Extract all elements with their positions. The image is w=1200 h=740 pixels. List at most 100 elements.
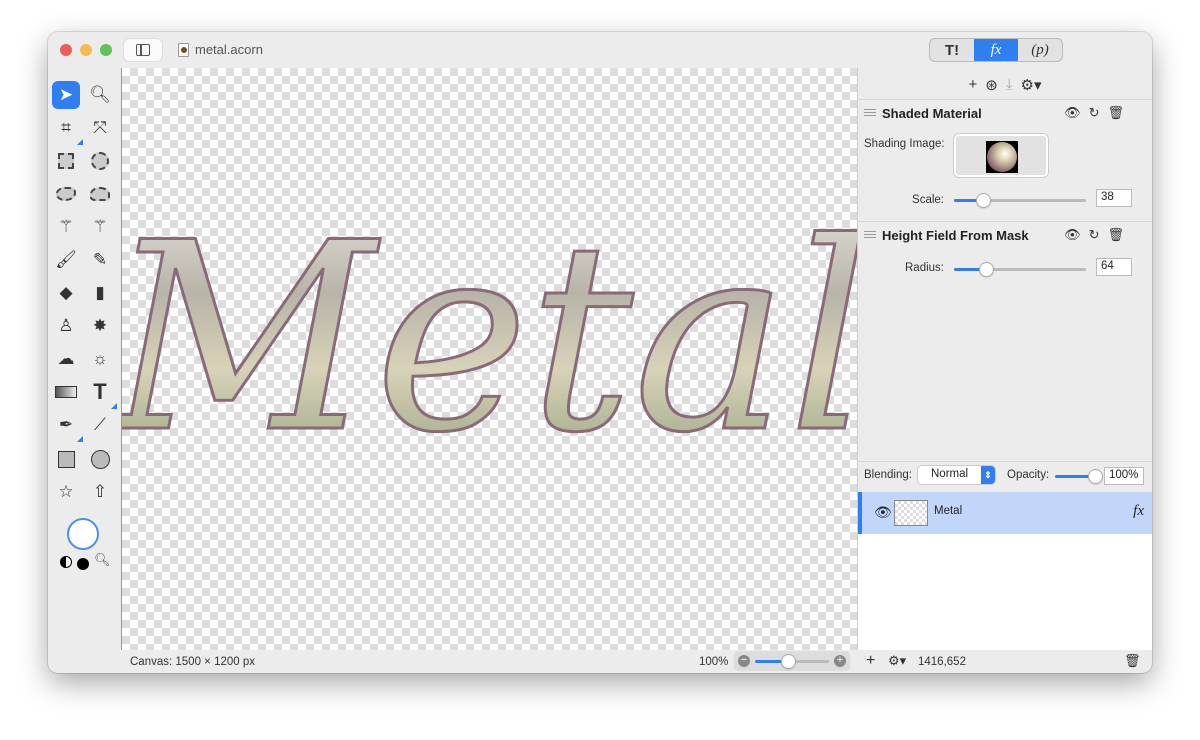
canvas-text: Metal	[122, 188, 858, 490]
download-icon[interactable]: ⤓	[1006, 76, 1013, 94]
layer-fx-icon[interactable]: fx	[1133, 503, 1144, 520]
filter-height-field: Height Field From Mask 👁︎ ↻ 🗑︎ Radius: 64	[858, 221, 1152, 461]
opacity-label: Opacity:	[1007, 469, 1050, 481]
burn-tool[interactable]: ☁︎	[52, 345, 80, 373]
scale-label: Scale:	[912, 194, 944, 206]
metal-artwork: Metal	[103, 187, 873, 492]
opacity-slider[interactable]	[1055, 470, 1102, 483]
arrow-tool[interactable]: ⇧	[86, 478, 114, 506]
brush-tool[interactable]: 🖌︎	[52, 246, 80, 274]
paint-bucket-tool[interactable]: ◆	[52, 279, 80, 307]
layer-row[interactable]: 👁︎ Metal fx	[858, 492, 1152, 534]
layers-list: 👁︎ Metal fx	[858, 492, 1152, 650]
trash-icon[interactable]: 🗑︎	[1107, 105, 1124, 121]
canvas[interactable]: Metal	[103, 68, 873, 650]
transform-tool[interactable]: ⤧	[86, 114, 114, 142]
sidebar-icon	[136, 44, 150, 56]
filters-toolbar: + ⊛ ⤓ ⚙▾	[858, 76, 1152, 94]
blending-label: Blending:	[864, 469, 912, 481]
cursor-coordinates: 1416,652	[918, 656, 966, 668]
blending-value: Normal	[931, 468, 969, 480]
add-layer-button[interactable]: +	[866, 652, 875, 670]
pencil-tool[interactable]: ✎	[86, 246, 114, 274]
window-title: metal.acorn	[178, 42, 263, 57]
zoom-level: 100%	[699, 656, 729, 668]
zoom-slider[interactable]	[755, 655, 829, 668]
rect-select-tool[interactable]	[52, 147, 80, 175]
canvas-size-label: Canvas: 1500 × 1200 px	[130, 656, 255, 668]
dodge-tool[interactable]: ☼	[86, 345, 114, 373]
oval-tool[interactable]	[86, 445, 114, 473]
radius-slider[interactable]	[954, 263, 1086, 276]
tab-properties[interactable]: (p)	[1018, 39, 1062, 61]
eraser-tool[interactable]: ▮	[86, 279, 114, 307]
pen-tool[interactable]: ✒︎	[52, 411, 83, 442]
opacity-field[interactable]: 100%	[1104, 467, 1144, 485]
document-icon	[178, 42, 189, 57]
scale-slider[interactable]	[954, 194, 1086, 207]
delete-layer-icon[interactable]: 🗑︎	[1124, 653, 1141, 669]
close-button[interactable]	[60, 44, 72, 56]
drag-handle[interactable]	[864, 109, 876, 118]
eye-icon[interactable]: 👁︎	[1064, 227, 1081, 243]
minimize-button[interactable]	[80, 44, 92, 56]
ellipse-select-tool[interactable]	[86, 147, 114, 175]
filter-shaded-material: Shaded Material 👁︎ ↻ 🗑︎ Shading Image: Sca…	[858, 99, 1152, 221]
status-bar: Canvas: 1500 × 1200 px 100% − + + ⚙▾ 141…	[48, 650, 1152, 673]
scale-field[interactable]: 38	[1096, 189, 1132, 207]
gear-menu-icon[interactable]: ⚙▾	[1021, 76, 1042, 94]
blending-bar: Blending: Normal ⇕ Opacity: 100%	[858, 461, 1152, 492]
layer-name: Metal	[934, 505, 963, 517]
filter-title: Height Field From Mask	[882, 228, 1029, 243]
filter-title: Shaded Material	[882, 106, 982, 121]
title-bar: metal.acorn T! fx (p)	[48, 32, 1152, 68]
instant-alpha-tool[interactable]: ⚚	[86, 213, 114, 241]
reset-icon[interactable]: ↻	[1089, 105, 1100, 121]
inspector-tabs: T! fx (p)	[930, 39, 1062, 61]
toolbox: ➤ 🔍︎ ⌗ ⤧ ⚚ ⚚ 🖌︎ ✎ ◆ ▮ ♙ ✸ ☁︎ ☼ T ✒︎ ⟋ ☆ …	[48, 68, 121, 650]
lasso-tool[interactable]	[52, 180, 80, 208]
filter-presets-icon[interactable]: ⊛	[985, 76, 998, 94]
color-well[interactable]	[67, 518, 99, 550]
zoom-out-icon[interactable]: −	[738, 655, 750, 667]
shading-image-well[interactable]	[954, 134, 1048, 177]
shading-image-thumbnail	[986, 141, 1018, 173]
stepper-icon: ⇕	[981, 466, 995, 484]
zoom-tool[interactable]: 🔍︎	[86, 81, 114, 109]
zoom-button[interactable]	[100, 44, 112, 56]
line-tool[interactable]: ⟋	[86, 411, 114, 439]
drag-handle[interactable]	[864, 231, 876, 240]
layer-gear-icon[interactable]: ⚙▾	[888, 653, 906, 669]
radius-field[interactable]: 64	[1096, 258, 1132, 276]
tab-tools[interactable]: T!	[930, 39, 974, 61]
zoom-in-icon[interactable]: +	[834, 655, 846, 667]
zoom-control: − +	[734, 651, 850, 671]
filters-panel: + ⊛ ⤓ ⚙▾ Shaded Material 👁︎ ↻ 🗑︎ Shading I…	[857, 68, 1152, 650]
polygon-lasso-tool[interactable]	[86, 180, 114, 208]
color-picker-icon[interactable]: 🔍︎	[94, 552, 111, 568]
crop-tool[interactable]: ⌗	[52, 114, 83, 145]
title-text: metal.acorn	[195, 42, 263, 57]
smudge-tool[interactable]: ✸	[86, 312, 114, 340]
eye-icon[interactable]: 👁︎	[1064, 105, 1081, 121]
swap-colors-icon[interactable]	[60, 556, 72, 568]
sidebar-toggle-button[interactable]	[124, 39, 162, 61]
default-colors-icon[interactable]	[77, 558, 89, 570]
clone-stamp-tool[interactable]: ♙	[52, 312, 80, 340]
radius-label: Radius:	[905, 262, 944, 274]
gradient-tool[interactable]	[52, 378, 80, 406]
rectangle-tool[interactable]	[52, 445, 80, 473]
magic-wand-tool[interactable]: ⚚	[52, 213, 80, 241]
eye-icon[interactable]: 👁︎	[874, 504, 892, 521]
add-filter-button[interactable]: +	[969, 76, 978, 94]
text-tool[interactable]: T	[86, 378, 117, 409]
shading-image-label: Shading Image:	[864, 138, 945, 150]
tab-filters[interactable]: fx	[974, 39, 1018, 61]
layer-thumbnail	[894, 500, 928, 526]
app-window: metal.acorn T! fx (p) ➤ 🔍︎ ⌗ ⤧ ⚚ ⚚ 🖌︎ ✎ …	[48, 32, 1152, 673]
reset-icon[interactable]: ↻	[1089, 227, 1100, 243]
blending-select[interactable]: Normal ⇕	[918, 466, 995, 484]
trash-icon[interactable]: 🗑︎	[1107, 227, 1124, 243]
select-tool[interactable]: ➤	[52, 81, 80, 109]
star-tool[interactable]: ☆	[52, 478, 80, 506]
